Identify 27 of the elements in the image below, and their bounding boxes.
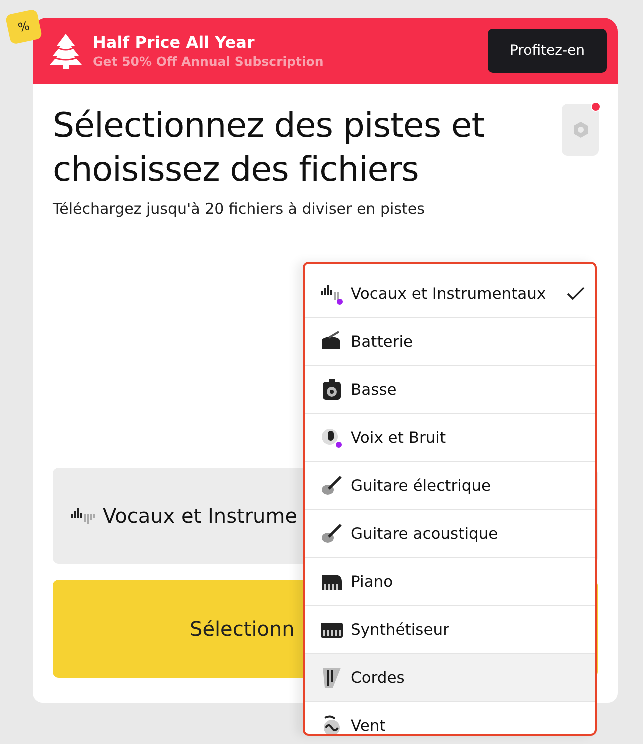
promo-subtitle: Get 50% Off Annual Subscription: [93, 54, 325, 69]
track-option[interactable]: Vent: [305, 702, 595, 734]
guitar-icon: [321, 522, 343, 544]
discount-badge: %: [5, 9, 43, 45]
speaker-icon: [321, 378, 343, 400]
track-option[interactable]: Guitare acoustique: [305, 510, 595, 558]
waveform-icon: [321, 282, 343, 304]
track-option[interactable]: Basse: [305, 366, 595, 414]
track-option[interactable]: Batterie: [305, 318, 595, 366]
guitar-icon: [321, 474, 343, 496]
track-option[interactable]: Vocaux et Instrumentaux: [305, 270, 595, 318]
selected-track: Vocaux et Instrume: [103, 504, 298, 528]
page-heading: Sélectionnez des pistes et choisissez des fichiers: [53, 105, 486, 192]
page-subheading: Téléchargez jusqu'à 20 fichiers à diviser en pistes: [53, 200, 426, 218]
microphone-icon: [321, 426, 343, 448]
harp-icon: [321, 666, 343, 688]
track-option[interactable]: Cordes: [305, 654, 595, 702]
christmas-tree-icon: [49, 32, 83, 70]
horn-icon: [321, 714, 343, 734]
waveform-icon: [71, 508, 95, 524]
track-option[interactable]: Guitare électrique: [305, 462, 595, 510]
track-option[interactable]: Piano: [305, 558, 595, 606]
track-option[interactable]: Voix et Bruit: [305, 414, 595, 462]
promo-title: Half Price All Year: [93, 33, 256, 52]
settings-icon: [572, 121, 590, 139]
claim-offer-button[interactable]: Profitez-en: [488, 29, 607, 73]
settings-button[interactable]: [562, 104, 599, 156]
